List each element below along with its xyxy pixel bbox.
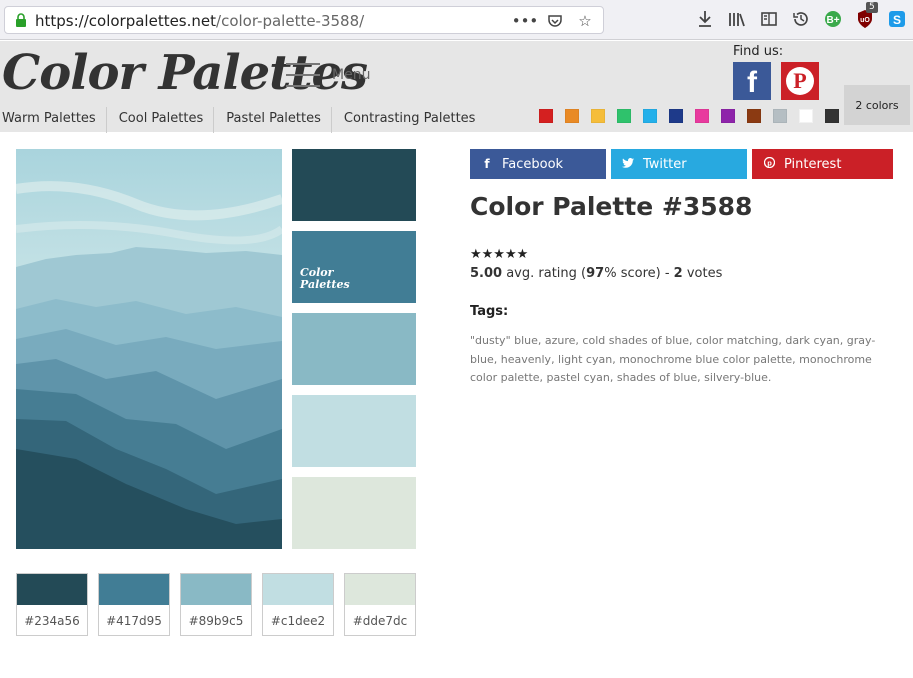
tags-heading: Tags: — [470, 304, 509, 319]
reader-sidebar-icon[interactable] — [758, 8, 780, 30]
download-icon[interactable] — [694, 8, 716, 30]
palette-title: Color Palette #3588 — [470, 192, 753, 221]
pinterest-page-icon[interactable]: P — [781, 62, 819, 100]
find-us-label: Find us: — [733, 44, 784, 59]
color-filter-swatch[interactable] — [747, 109, 761, 123]
facebook-icon: f — [484, 157, 490, 171]
browser-toolbar: https://colorpalettes.net/color-palette-… — [0, 0, 913, 40]
rating-stars[interactable]: ★★★★★ — [470, 247, 528, 262]
color-chip-2[interactable]: #417d95 — [98, 573, 170, 636]
nav-warm-palettes[interactable]: Warm Palettes — [0, 107, 107, 133]
chip-hex-label[interactable]: #dde7dc — [345, 605, 415, 636]
palette-block-4 — [292, 395, 416, 467]
hamburger-icon — [286, 63, 320, 87]
site-header: Color Palettes Menu Find us: f P Warm Pa… — [0, 41, 913, 133]
color-filter-swatch[interactable] — [643, 109, 657, 123]
chip-hex-label[interactable]: #c1dee2 — [263, 605, 333, 636]
chip-hex-label[interactable]: #234a56 — [17, 605, 87, 636]
nav-contrasting-palettes[interactable]: Contrasting Palettes — [342, 107, 486, 133]
ublock-badge: 5 — [866, 2, 878, 13]
ublock-icon[interactable]: uO 5 — [854, 2, 878, 30]
extension-green-icon[interactable]: B+ — [822, 8, 844, 30]
url-text[interactable]: https://colorpalettes.net/color-palette-… — [35, 12, 364, 30]
color-filter-swatch[interactable] — [799, 109, 813, 123]
color-filter-swatches — [539, 109, 839, 123]
pinterest-icon: p — [762, 156, 776, 171]
menu-button[interactable]: Menu — [286, 63, 370, 87]
palette-block-3 — [292, 313, 416, 385]
color-chip-3[interactable]: #89b9c5 — [180, 573, 252, 636]
chip-swatch — [99, 574, 169, 605]
svg-text:uO: uO — [860, 17, 870, 24]
tags-list[interactable]: "dusty" blue, azure, cold shades of blue… — [470, 332, 898, 388]
category-nav: Warm Palettes Cool Palettes Pastel Palet… — [0, 107, 495, 133]
palette-block-5 — [292, 477, 416, 549]
palette-color-blocks: Color Palettes — [292, 149, 416, 559]
menu-label: Menu — [332, 67, 371, 83]
hex-color-chips: #234a56 #417d95 #89b9c5 #c1dee2 #dde7dc — [16, 573, 416, 636]
nav-pastel-palettes[interactable]: Pastel Palettes — [224, 107, 332, 133]
share-buttons: f Facebook Twitter p Pinterest — [470, 149, 893, 179]
url-host: https://colorpalettes.net — [35, 12, 217, 30]
svg-text:p: p — [767, 158, 772, 167]
share-facebook-button[interactable]: f Facebook — [470, 149, 606, 179]
history-icon[interactable] — [790, 8, 812, 30]
skype-extension-icon[interactable]: S — [886, 8, 908, 30]
chip-swatch — [345, 574, 415, 605]
color-count-filter[interactable]: 2 colors — [844, 85, 910, 125]
url-path: /color-palette-3588/ — [216, 12, 365, 30]
chip-hex-label[interactable]: #417d95 — [99, 605, 169, 636]
twitter-icon — [621, 157, 635, 171]
color-chip-1[interactable]: #234a56 — [16, 573, 88, 636]
color-filter-swatch[interactable] — [617, 109, 631, 123]
bookmark-star-icon[interactable]: ☆ — [575, 11, 595, 31]
rating-summary: 5.00 avg. rating (97% score) - 2 votes — [470, 266, 723, 281]
color-filter-swatch[interactable] — [669, 109, 683, 123]
pocket-icon[interactable] — [545, 11, 565, 31]
svg-text:B+: B+ — [826, 15, 839, 26]
share-twitter-button[interactable]: Twitter — [611, 149, 747, 179]
facebook-page-icon[interactable]: f — [733, 62, 771, 100]
color-filter-swatch[interactable] — [591, 109, 605, 123]
color-filter-swatch[interactable] — [773, 109, 787, 123]
address-bar[interactable]: https://colorpalettes.net/color-palette-… — [4, 6, 604, 34]
share-pinterest-button[interactable]: p Pinterest — [752, 149, 893, 179]
library-icon[interactable] — [726, 8, 748, 30]
palette-block-1 — [292, 149, 416, 221]
mountain-landscape-image — [16, 149, 282, 549]
chip-swatch — [263, 574, 333, 605]
color-filter-swatch[interactable] — [695, 109, 709, 123]
palette-photo — [16, 149, 282, 549]
chip-swatch — [181, 574, 251, 605]
color-filter-swatch[interactable] — [825, 109, 839, 123]
color-filter-swatch[interactable] — [721, 109, 735, 123]
svg-text:S: S — [893, 13, 901, 27]
chip-swatch — [17, 574, 87, 605]
color-chip-4[interactable]: #c1dee2 — [262, 573, 334, 636]
watermark-logo: Color Palettes — [300, 266, 350, 291]
lock-icon — [16, 13, 26, 27]
nav-cool-palettes[interactable]: Cool Palettes — [117, 107, 215, 133]
chip-hex-label[interactable]: #89b9c5 — [181, 605, 251, 636]
color-chip-5[interactable]: #dde7dc — [344, 573, 416, 636]
more-actions-icon[interactable]: ••• — [512, 11, 539, 31]
color-filter-swatch[interactable] — [539, 109, 553, 123]
color-filter-swatch[interactable] — [565, 109, 579, 123]
palette-block-2: Color Palettes — [292, 231, 416, 303]
